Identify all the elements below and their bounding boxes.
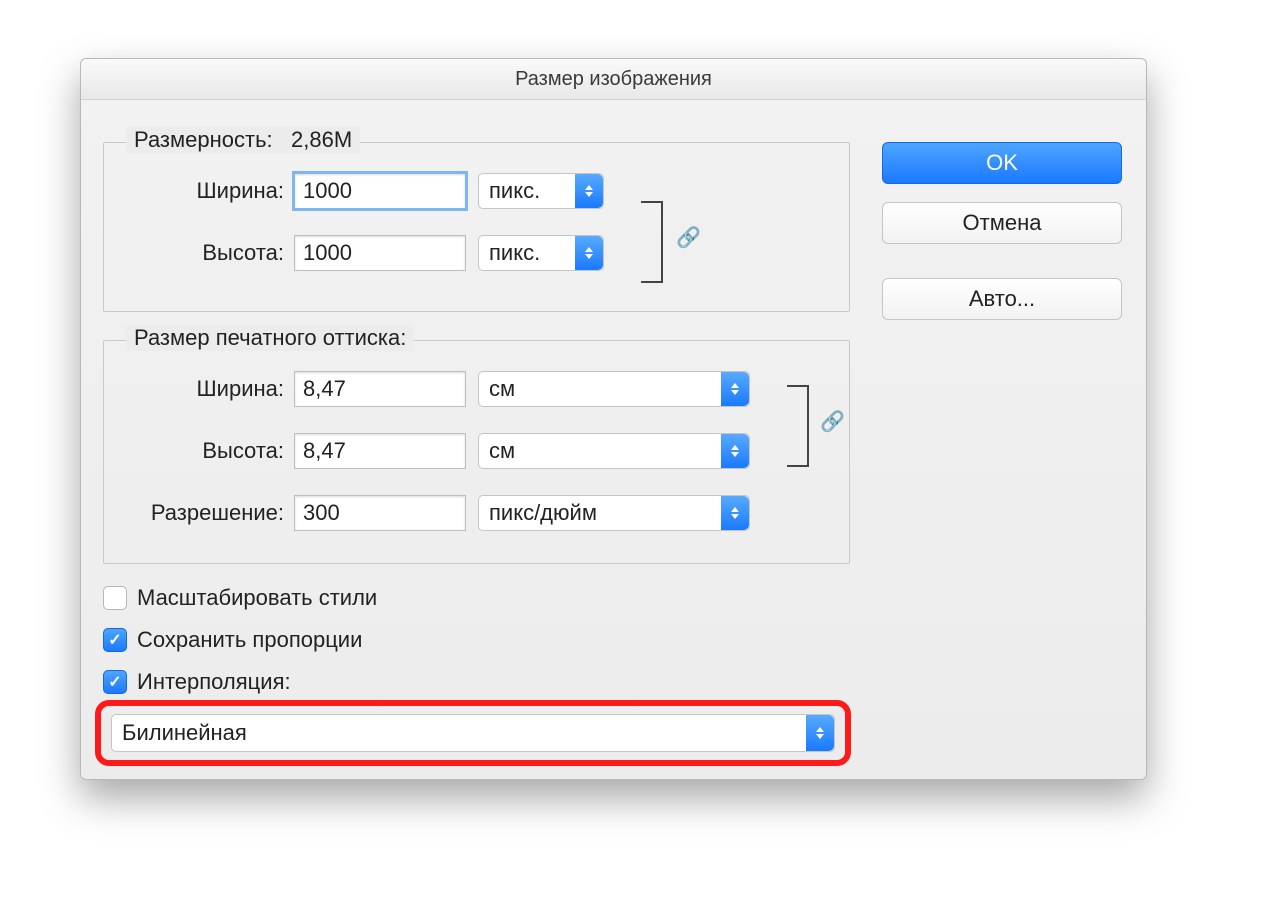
link-icon: 🔗: [820, 409, 845, 434]
constrain-bracket: [641, 201, 663, 283]
ok-button[interactable]: OK: [882, 142, 1122, 184]
document-size-group: Размер печатного оттиска: Ширина: см Выс…: [103, 340, 850, 564]
pixel-height-unit-value: пикс.: [489, 240, 540, 266]
scale-styles-checkbox[interactable]: [103, 586, 127, 610]
pixel-dimensions-legend: Размерность: 2,86M: [126, 127, 360, 153]
interpolation-value: Билинейная: [122, 720, 247, 746]
pixel-dimensions-label: Размерность:: [134, 127, 273, 152]
chevron-updown-icon: [721, 372, 749, 406]
auto-button-label: Авто...: [969, 286, 1035, 312]
interpolation-select[interactable]: Билинейная: [111, 714, 835, 752]
pixel-height-unit-select[interactable]: пикс.: [478, 235, 604, 271]
doc-width-unit-select[interactable]: см: [478, 371, 750, 407]
scale-styles-label: Масштабировать стили: [137, 585, 377, 611]
chevron-updown-icon: [575, 236, 603, 270]
doc-width-label: Ширина:: [104, 376, 284, 402]
dialog-title: Размер изображения: [81, 59, 1146, 100]
cancel-button-label: Отмена: [963, 210, 1042, 236]
doc-height-input[interactable]: [294, 433, 466, 469]
constrain-proportions-label: Сохранить пропорции: [137, 627, 362, 653]
constrain-proportions-checkbox[interactable]: [103, 628, 127, 652]
pixel-height-label: Высота:: [104, 240, 284, 266]
resample-label: Интерполяция:: [137, 669, 291, 695]
pixel-dimensions-group: Размерность: 2,86M Ширина: пикс. Высота:: [103, 142, 850, 312]
pixel-width-input[interactable]: [294, 173, 466, 209]
doc-width-input[interactable]: [294, 371, 466, 407]
cancel-button[interactable]: Отмена: [882, 202, 1122, 244]
ok-button-label: OK: [986, 150, 1018, 176]
resolution-unit-select[interactable]: пикс/дюйм: [478, 495, 750, 531]
chevron-updown-icon: [575, 174, 603, 208]
doc-height-unit-value: см: [489, 438, 515, 464]
document-size-legend: Размер печатного оттиска:: [126, 325, 414, 351]
image-size-dialog: Размер изображения Размерность: 2,86M Ши…: [80, 58, 1147, 780]
doc-height-unit-select[interactable]: см: [478, 433, 750, 469]
resolution-input[interactable]: [294, 495, 466, 531]
doc-width-unit-value: см: [489, 376, 515, 402]
resolution-unit-value: пикс/дюйм: [489, 500, 597, 526]
pixel-width-label: Ширина:: [104, 178, 284, 204]
pixel-dimensions-size: 2,86M: [291, 127, 352, 152]
pixel-height-input[interactable]: [294, 235, 466, 271]
chevron-updown-icon: [721, 434, 749, 468]
chevron-updown-icon: [806, 715, 834, 751]
doc-height-label: Высота:: [104, 438, 284, 464]
resolution-label: Разрешение:: [104, 500, 284, 526]
pixel-width-unit-value: пикс.: [489, 178, 540, 204]
auto-button[interactable]: Авто...: [882, 278, 1122, 320]
chevron-updown-icon: [721, 496, 749, 530]
constrain-bracket: [787, 385, 809, 467]
resample-checkbox[interactable]: [103, 670, 127, 694]
link-icon: 🔗: [676, 225, 701, 250]
pixel-width-unit-select[interactable]: пикс.: [478, 173, 604, 209]
